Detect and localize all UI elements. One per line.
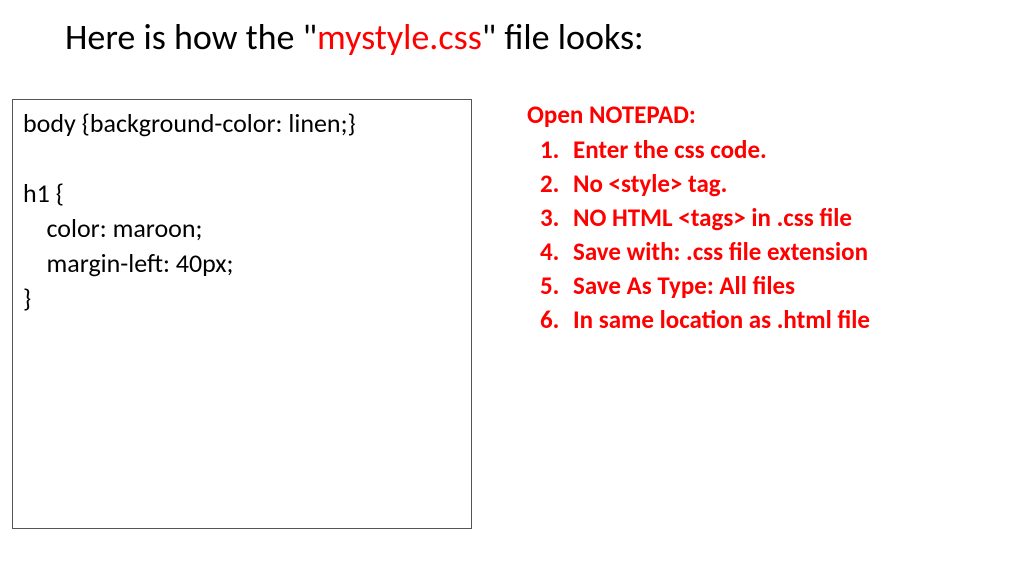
css-code-block: body {background-color: linen;} h1 { col…	[12, 99, 472, 529]
list-item: Enter the css code.	[565, 134, 870, 165]
instructions-list: Enter the css code. No <style> tag. NO H…	[527, 134, 870, 335]
heading-filename: mystyle.css	[317, 15, 482, 59]
content-row: body {background-color: linen;} h1 { col…	[0, 59, 1024, 529]
list-item: Save As Type: All files	[565, 270, 870, 301]
instructions-panel: Open NOTEPAD: Enter the css code. No <st…	[527, 99, 870, 529]
list-item: NO HTML <tags> in .css file	[565, 202, 870, 233]
list-item: Save with: .css file extension	[565, 236, 870, 267]
instructions-title: Open NOTEPAD:	[527, 99, 870, 130]
list-item: No <style> tag.	[565, 168, 870, 199]
heading-pre: Here is how the "	[65, 15, 317, 59]
list-item: In same location as .html file	[565, 304, 870, 335]
page-heading: Here is how the "mystyle.css" file looks…	[0, 0, 1024, 59]
heading-post: " file looks:	[482, 15, 644, 59]
